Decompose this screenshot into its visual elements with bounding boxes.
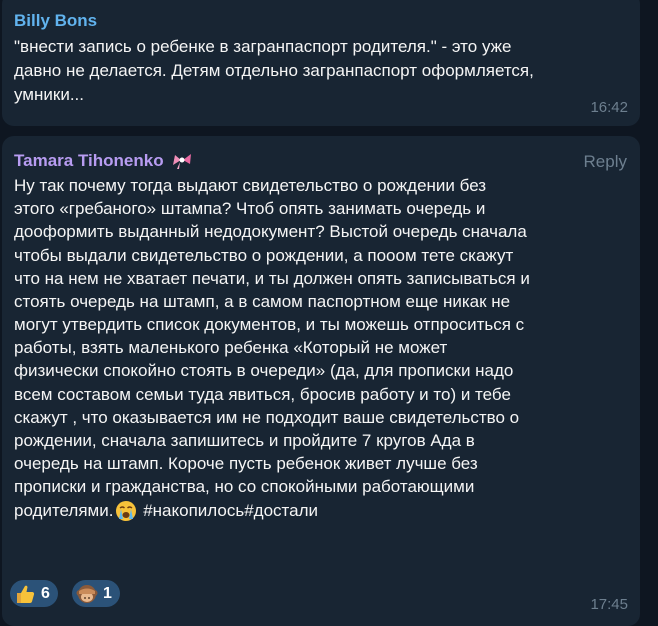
message-last-line: родителями. #накопилось#достали	[14, 499, 318, 522]
reaction-count: 6	[41, 584, 50, 602]
message-author[interactable]: Billy Bons	[14, 11, 97, 31]
message-text-line: стоять очередь на штамп, а в самом паспо…	[14, 292, 511, 311]
message-text-line: всем составом семьи туда явиться, бросив…	[14, 385, 511, 404]
message-time: 17:45	[590, 596, 628, 613]
reply-button[interactable]: Reply	[584, 152, 627, 172]
thumbs-up-icon	[14, 583, 36, 605]
message-text-line: работы, взять маленького ребенка «Которы…	[14, 338, 448, 357]
message-text-line: "внести запись о ребенке в загранпаспорт…	[14, 37, 512, 56]
reaction-thumbs-up[interactable]: 6	[10, 580, 58, 607]
message-text-line: родителями.	[14, 500, 114, 520]
message-text-line: очередь на штамп. Короче пусть ребенок ж…	[14, 454, 478, 473]
message-text-line: Ну так почему тогда выдают свидетельство…	[14, 176, 487, 195]
hashtags[interactable]: #накопилось#достали	[138, 499, 318, 522]
message-text-line: физически спокойно стоять в очереди» (да…	[14, 361, 514, 380]
message-text-line: умники...	[14, 85, 84, 104]
message-bubble[interactable]: Billy Bons "внести запись о ребенке в за…	[2, 0, 640, 126]
reaction-count: 1	[103, 584, 112, 602]
message-text-line: скажут , что оказывается им не подходит …	[14, 408, 520, 427]
pink-bow-icon	[170, 151, 194, 171]
crying-face-icon	[115, 500, 137, 522]
message-time: 16:42	[590, 99, 628, 116]
message-text-line: давно не делается. Детям отдельно загран…	[14, 61, 534, 80]
message-text-line: чтобы выдали свидетельство о рождении, а…	[14, 246, 514, 265]
message-author[interactable]: Tamara Tihonenko	[14, 151, 164, 171]
message-text-line: рождении, сначала запишитесь и пройдите …	[14, 431, 475, 450]
message-text-line: прописки и гражданства, но со спокойными…	[14, 477, 475, 496]
message-text-line: дооформить выданный недодокумент? Выстой…	[14, 222, 527, 241]
message-bubble[interactable]: Tamara Tihonenko Reply Ну так почему тог…	[2, 136, 640, 626]
reaction-monkey[interactable]: 1	[72, 580, 120, 607]
message-header: Tamara Tihonenko	[14, 151, 194, 171]
message-text-line: этого «гребаного» штампа? Чтоб опять зан…	[14, 199, 486, 218]
see-no-evil-monkey-icon	[76, 583, 98, 605]
message-text-line: могут утвердить список документов, и ты …	[14, 315, 525, 334]
message-text-line: что на нем не хватает печати, и ты долже…	[14, 269, 530, 288]
